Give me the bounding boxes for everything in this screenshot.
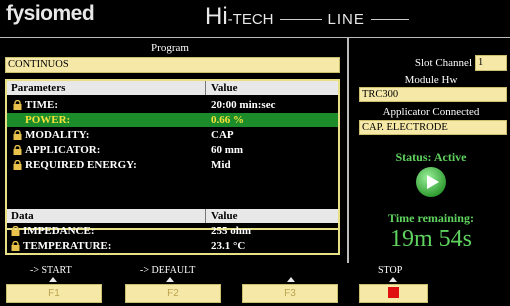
time-remaining-label: Time remaining: bbox=[388, 211, 474, 225]
param-value: 60 mm bbox=[211, 144, 244, 156]
parameters-col-header: Parameters bbox=[11, 82, 66, 94]
brand-hi: Hi bbox=[205, 3, 228, 30]
param-value: CAP bbox=[211, 129, 234, 141]
f1-button[interactable]: F1 bbox=[6, 284, 102, 303]
brand-line: LINE bbox=[327, 11, 365, 28]
panel-divider bbox=[347, 38, 349, 263]
lock-icon bbox=[13, 160, 22, 170]
lock-icon bbox=[13, 100, 22, 110]
status-text: Status: Active bbox=[395, 150, 467, 164]
hitech-line-brand: Hi-TECH LINE bbox=[205, 3, 415, 31]
module-hw-label: Module Hw bbox=[404, 74, 458, 86]
param-row-time[interactable]: TIME: 20:00 min:sec bbox=[7, 98, 338, 112]
header-divider bbox=[0, 37, 510, 38]
param-label: APPLICATOR: bbox=[25, 144, 101, 156]
param-label: MODALITY: bbox=[25, 129, 90, 141]
param-value: Mid bbox=[211, 159, 231, 171]
program-field[interactable]: CONTINUOS bbox=[5, 57, 340, 73]
slot-channel-label: Slot Channel bbox=[414, 57, 472, 69]
stop-button[interactable] bbox=[359, 284, 428, 303]
brand-tech: -TECH bbox=[227, 11, 274, 28]
f2-button[interactable]: F2 bbox=[125, 284, 221, 303]
param-row-power[interactable]: POWER: 0.66 % bbox=[7, 113, 338, 127]
play-button[interactable] bbox=[415, 166, 447, 198]
f3-button[interactable]: F3 bbox=[242, 284, 338, 303]
stop-icon bbox=[388, 286, 399, 298]
param-row-modality[interactable]: MODALITY: CAP bbox=[7, 128, 338, 142]
stop-arrow-icon bbox=[389, 277, 397, 282]
time-remaining-value: 19m 54s bbox=[389, 226, 472, 252]
param-label: TIME: bbox=[25, 99, 58, 111]
stop-hint: STOP bbox=[378, 265, 403, 276]
parameters-header: Parameters Value bbox=[7, 81, 338, 95]
slot-channel-field[interactable]: 1 bbox=[475, 55, 507, 71]
param-value: 20:00 min:sec bbox=[211, 99, 276, 111]
lock-icon bbox=[13, 130, 22, 140]
program-label: Program bbox=[151, 42, 189, 54]
f2-arrow-icon bbox=[166, 277, 174, 282]
fysiomed-logo: fysiomed bbox=[6, 2, 95, 25]
applicator-connected-field: CAP. ELECTRODE bbox=[359, 120, 507, 135]
param-label: REQUIRED ENERGY: bbox=[25, 159, 137, 171]
module-hw-field: TRC300 bbox=[359, 87, 507, 102]
value-col-header: Value bbox=[211, 82, 238, 94]
param-row-required-energy[interactable]: REQUIRED ENERGY: Mid bbox=[7, 158, 338, 172]
param-row-applicator[interactable]: APPLICATOR: 60 mm bbox=[7, 143, 338, 157]
f1-arrow-icon bbox=[49, 277, 57, 282]
param-label: POWER: bbox=[25, 114, 71, 126]
lock-icon bbox=[13, 145, 22, 155]
data-panel-border bbox=[5, 208, 340, 255]
default-hint: -> DEFAULT bbox=[140, 265, 196, 276]
play-icon bbox=[416, 167, 446, 197]
applicator-connected-label: Applicator Connected bbox=[382, 106, 480, 118]
param-value: 0.66 % bbox=[211, 114, 244, 126]
f3-arrow-icon bbox=[287, 277, 295, 282]
start-hint: -> START bbox=[30, 265, 72, 276]
